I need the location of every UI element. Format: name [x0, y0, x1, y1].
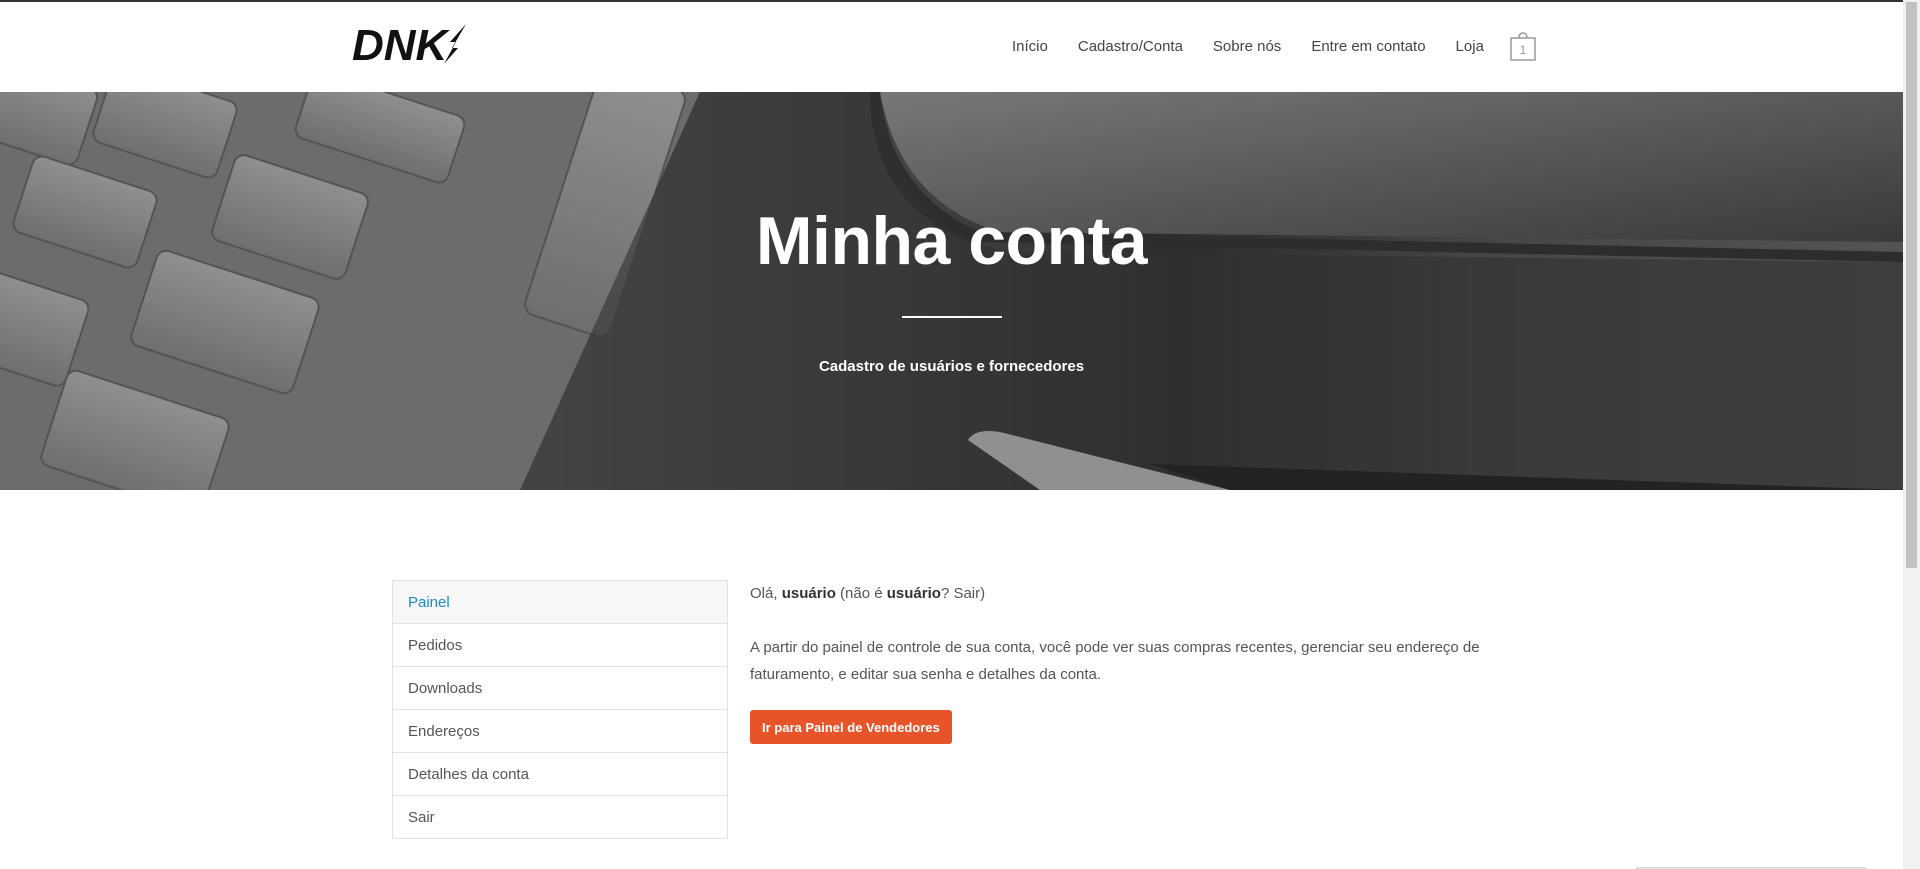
nav-loja[interactable]: Loja — [1456, 38, 1484, 55]
dnk-logo-icon: DNK — [352, 21, 466, 70]
account-nav-pedidos[interactable]: Pedidos — [393, 624, 727, 667]
vendor-dashboard-button[interactable]: Ir para Painel de Vendedores — [750, 710, 952, 744]
site-header: DNK Início Cadastro/Conta Sobre nós Entr… — [0, 2, 1903, 92]
page-title: Minha conta — [755, 203, 1148, 279]
main-nav: Início Cadastro/Conta Sobre nós Entre em… — [1012, 38, 1514, 55]
nav-entre-em-contato[interactable]: Entre em contato — [1311, 38, 1425, 55]
username: usuário — [781, 585, 836, 602]
cart-button[interactable]: 1 — [1509, 32, 1537, 62]
logout-link[interactable]: Sair — [953, 585, 980, 602]
account-nav-sair[interactable]: Sair — [393, 796, 727, 839]
greeting-question: ? — [940, 585, 954, 602]
nav-sobre-nos[interactable]: Sobre nós — [1213, 38, 1281, 55]
account-nav-enderecos[interactable]: Endereços — [393, 710, 727, 753]
page-subtitle: Cadastro de usuários e fornecedores — [818, 358, 1085, 375]
account-nav-detalhes-da-conta[interactable]: Detalhes da conta — [393, 753, 727, 796]
greeting-mid: (não é — [835, 585, 887, 602]
dashboard-description: A partir do painel de controle de sua co… — [750, 639, 1480, 683]
nav-cadastro-conta[interactable]: Cadastro/Conta — [1078, 38, 1183, 55]
greeting-prefix: Olá, — [750, 585, 782, 602]
account-navigation: Painel Pedidos Downloads Endereços Detal… — [392, 580, 728, 839]
scrollbar-thumb[interactable] — [1906, 2, 1917, 568]
account-dashboard-content: Olá, usuário (não é usuário? Sair) A par… — [750, 584, 1490, 744]
greeting-suffix: ) — [980, 585, 986, 602]
nav-inicio[interactable]: Início — [1012, 38, 1048, 55]
hero-banner: Minha conta Cadastro de usuários e forne… — [0, 92, 1903, 490]
site-logo[interactable]: DNK — [352, 20, 468, 72]
page: DNK Início Cadastro/Conta Sobre nós Entr… — [0, 0, 1903, 869]
page-scrollbar[interactable] — [1903, 0, 1920, 869]
greeting-text: Olá, usuário (não é usuário? Sair) — [750, 584, 1490, 604]
title-divider — [902, 316, 1002, 318]
account-nav-downloads[interactable]: Downloads — [393, 667, 727, 710]
svg-text:DNK: DNK — [352, 21, 451, 70]
keyboard-background-image — [0, 92, 1903, 490]
cart-count: 1 — [1519, 43, 1527, 57]
username-repeat: usuário — [886, 585, 941, 602]
account-nav-painel[interactable]: Painel — [393, 581, 727, 624]
